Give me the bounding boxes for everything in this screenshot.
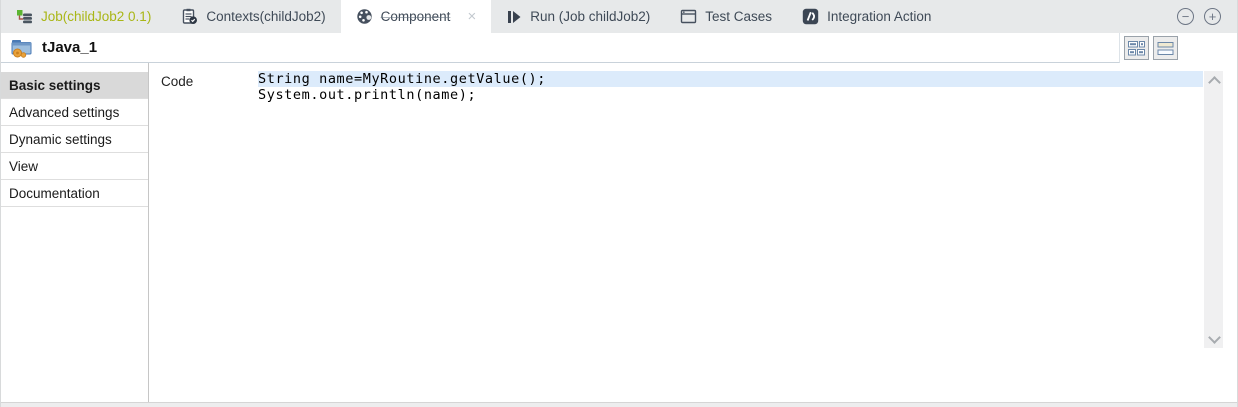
component-icon (356, 8, 373, 25)
tab-label: Component (381, 9, 451, 24)
sidebar-item-label: Basic settings (9, 78, 101, 93)
sidebar-item-basic-settings[interactable]: Basic settings (1, 72, 148, 99)
maximize-button[interactable]: + (1204, 8, 1221, 25)
code-field-label: Code (161, 74, 193, 89)
code-editor[interactable]: String name=MyRoutine.getValue(); System… (258, 71, 1203, 352)
code-line[interactable]: String name=MyRoutine.getValue(); (258, 71, 1203, 87)
component-header-box: tJava_1 (1, 33, 1120, 63)
integration-action-icon (802, 8, 819, 25)
component-settings-content: Basic settings Advanced settings Dynamic… (1, 63, 1237, 402)
view-tabbar: Job(childJob2 0.1) Contexts(childJob2) (1, 0, 1237, 33)
tab-label: Contexts(childJob2) (206, 9, 325, 24)
tab-label: Run (Job childJob2) (530, 9, 650, 24)
stacked-layout-icon (1157, 41, 1174, 56)
tjava-component-icon (11, 38, 34, 58)
tab-test-cases[interactable]: Test Cases (665, 0, 787, 33)
minimize-button[interactable]: − (1177, 8, 1194, 25)
grid-layout-button[interactable] (1124, 36, 1149, 60)
component-header: tJava_1 (1, 33, 1237, 63)
sidebar-item-advanced-settings[interactable]: Advanced settings (1, 99, 148, 126)
stacked-layout-button[interactable] (1153, 36, 1178, 60)
component-view-panel: Job(childJob2 0.1) Contexts(childJob2) (0, 0, 1238, 407)
code-line[interactable]: System.out.println(name); (258, 87, 1203, 103)
sidebar-item-label: Dynamic settings (9, 132, 112, 147)
layout-toggle-group (1120, 33, 1178, 63)
tab-integration-action[interactable]: Integration Action (787, 0, 946, 33)
run-icon (506, 9, 522, 25)
bottom-edge (1, 402, 1237, 407)
tab-contexts[interactable]: Contexts(childJob2) (166, 0, 340, 33)
job-icon (16, 9, 33, 25)
basic-settings-panel: Code String name=MyRoutine.getValue(); S… (149, 63, 1237, 402)
tab-job[interactable]: Job(childJob2 0.1) (1, 0, 166, 33)
sidebar-item-view[interactable]: View (1, 153, 148, 180)
sidebar-item-label: Documentation (9, 186, 100, 201)
sidebar-item-label: Advanced settings (9, 105, 119, 120)
tab-label: Test Cases (705, 9, 772, 24)
grid-layout-icon (1128, 41, 1145, 56)
tab-label: Integration Action (827, 9, 931, 24)
test-cases-icon (680, 9, 697, 24)
sidebar-item-dynamic-settings[interactable]: Dynamic settings (1, 126, 148, 153)
minimize-icon: − (1182, 10, 1190, 23)
sidebar-item-documentation[interactable]: Documentation (1, 180, 148, 207)
tab-component[interactable]: Component × (341, 0, 492, 33)
maximize-icon: + (1209, 10, 1217, 23)
contexts-icon (181, 8, 198, 25)
tab-label: Job(childJob2 0.1) (41, 9, 151, 24)
tabbar-actions: − + (1177, 0, 1237, 33)
tab-run[interactable]: Run (Job childJob2) (491, 0, 665, 33)
settings-sidebar: Basic settings Advanced settings Dynamic… (1, 63, 149, 402)
vertical-scrollbar[interactable] (1204, 71, 1223, 348)
close-icon[interactable]: × (467, 9, 476, 24)
sidebar-item-label: View (9, 159, 38, 174)
scroll-up-icon[interactable] (1209, 76, 1219, 84)
scroll-down-icon[interactable] (1209, 335, 1219, 343)
page-title: tJava_1 (42, 39, 97, 56)
